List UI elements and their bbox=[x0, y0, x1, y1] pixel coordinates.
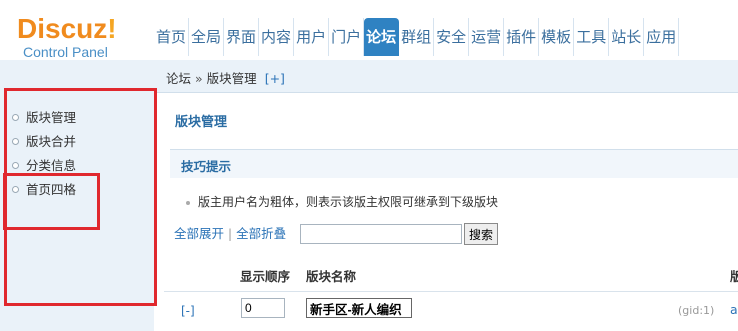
nav-item-operations[interactable]: 运营 bbox=[469, 18, 505, 56]
nav-item-global[interactable]: 全局 bbox=[189, 18, 225, 56]
nav-item-home[interactable]: 首页 bbox=[154, 18, 190, 56]
nav-item-webmaster[interactable]: 站长 bbox=[609, 18, 645, 56]
nav-item-portal[interactable]: 门户 bbox=[329, 18, 365, 56]
column-header-moderator: 版 bbox=[730, 269, 738, 284]
forum-name-input[interactable] bbox=[306, 298, 412, 318]
group-id-label: (gid:1) bbox=[678, 304, 715, 317]
tip-text: 版主用户名为粗体，则表示该版主权限可继承到下级版块 bbox=[186, 193, 498, 210]
column-header-name: 版块名称 bbox=[306, 269, 357, 284]
bullet-icon bbox=[186, 200, 190, 205]
collapse-toggle-button[interactable]: [-] bbox=[181, 304, 195, 318]
breadcrumb: 论坛 » 版块管理 [+] bbox=[166, 68, 285, 87]
nav-item-security[interactable]: 安全 bbox=[434, 18, 470, 56]
nav-item-groups[interactable]: 群组 bbox=[399, 18, 435, 56]
main-content: 版块管理 技巧提示 版主用户名为粗体，则表示该版主权限可继承到下级版块 全部展开… bbox=[164, 93, 738, 331]
toolbar: 全部展开 | 全部折叠 搜索 bbox=[174, 223, 498, 245]
display-order-input[interactable] bbox=[241, 298, 285, 318]
logo[interactable]: Discuz! Control Panel bbox=[17, 13, 127, 61]
breadcrumb-bar: 论坛 » 版块管理 [+] bbox=[154, 60, 738, 93]
nav-item-content[interactable]: 内容 bbox=[259, 18, 295, 56]
add-shortcut-button[interactable]: [+] bbox=[265, 71, 285, 86]
tips-title: 技巧提示 bbox=[181, 159, 232, 174]
breadcrumb-root[interactable]: 论坛 bbox=[166, 71, 191, 86]
toolbar-divider: | bbox=[228, 227, 233, 241]
breadcrumb-current: 版块管理 bbox=[206, 71, 257, 86]
nav-item-tools[interactable]: 工具 bbox=[574, 18, 610, 56]
nav-item-users[interactable]: 用户 bbox=[294, 18, 330, 56]
search-button[interactable]: 搜索 bbox=[464, 223, 498, 245]
logo-brand: Discuz! bbox=[17, 13, 117, 44]
nav-item-interface[interactable]: 界面 bbox=[224, 18, 260, 56]
logo-subtitle: Control Panel bbox=[23, 44, 108, 60]
header: Discuz! Control Panel 首页 全局 界面 内容 用户 门户 论坛 群组 安全… bbox=[0, 0, 738, 60]
table-header: 显示顺序 版块名称 版 bbox=[164, 257, 738, 292]
page-title: 版块管理 bbox=[175, 115, 228, 130]
expand-all-link[interactable]: 全部展开 bbox=[174, 226, 224, 241]
search-input[interactable] bbox=[300, 224, 462, 244]
collapse-all-link[interactable]: 全部折叠 bbox=[236, 226, 286, 241]
nav-item-templates[interactable]: 模板 bbox=[539, 18, 575, 56]
highlight-box-home-grid bbox=[3, 173, 100, 230]
breadcrumb-separator: » bbox=[195, 71, 203, 86]
row-action-link[interactable]: a bbox=[730, 302, 738, 317]
top-nav: 首页 全局 界面 内容 用户 门户 论坛 群组 安全 运营 插件 模板 工具 站长 应用 bbox=[154, 18, 680, 58]
nav-item-apps[interactable]: 应用 bbox=[644, 18, 680, 56]
nav-item-forum[interactable]: 论坛 bbox=[364, 18, 400, 56]
column-header-order: 显示顺序 bbox=[240, 269, 291, 284]
tips-bar: 技巧提示 bbox=[170, 149, 738, 178]
nav-item-plugins[interactable]: 插件 bbox=[504, 18, 540, 56]
table-row: [-] (gid:1) a bbox=[164, 293, 738, 329]
tip-label: 版主用户名为粗体，则表示该版主权限可继承到下级版块 bbox=[198, 195, 499, 209]
